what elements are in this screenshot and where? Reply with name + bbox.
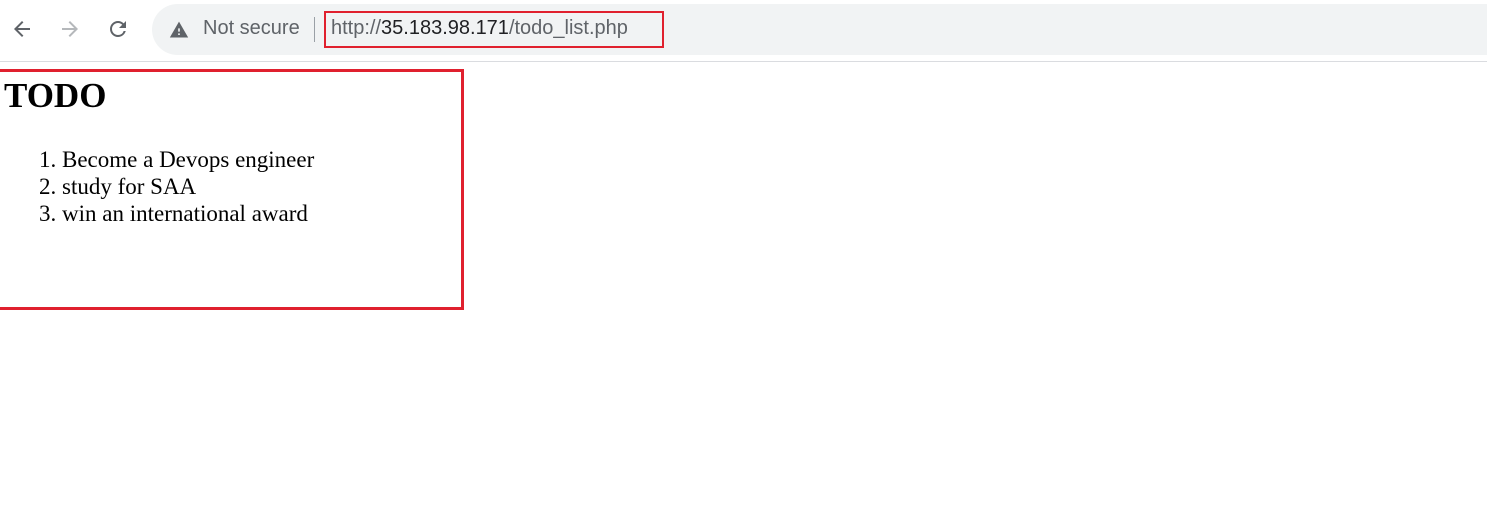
list-item: study for SAA <box>62 173 314 200</box>
omnibox-divider <box>314 17 315 42</box>
back-button[interactable] <box>6 13 38 45</box>
url-path: /todo_list.php <box>508 17 628 39</box>
security-status-text[interactable]: Not secure <box>203 17 300 40</box>
list-item: win an international award <box>62 200 314 227</box>
reload-icon <box>110 21 126 37</box>
url-scheme: http:// <box>331 17 382 39</box>
todo-list: Become a Devops engineer study for SAA w… <box>0 146 314 227</box>
page-title: TODO <box>4 76 107 115</box>
arrow-right-icon <box>62 21 78 37</box>
list-item: Become a Devops engineer <box>62 146 314 173</box>
warning-triangle-icon[interactable] <box>169 20 189 40</box>
url-host: 35.183.98.171 <box>381 17 509 39</box>
arrow-left-icon <box>14 21 30 37</box>
reload-button[interactable] <box>102 13 134 45</box>
page-content: TODO Become a Devops engineer study for … <box>0 62 1487 532</box>
browser-toolbar: Not secure http://35.183.98.171/todo_lis… <box>0 0 1487 62</box>
url-field[interactable]: http://35.183.98.171/todo_list.php <box>331 17 628 40</box>
forward-button[interactable] <box>54 13 86 45</box>
